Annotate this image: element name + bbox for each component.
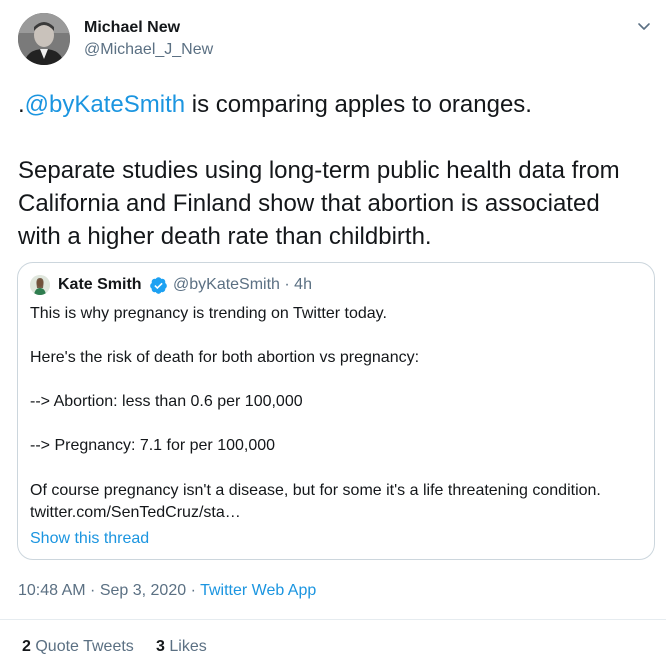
- quoted-author-avatar: [30, 275, 50, 295]
- quote-tweets-stat[interactable]: 2 Quote Tweets: [22, 638, 134, 655]
- quoted-text-line: Of course pregnancy isn't a disease, but…: [30, 482, 601, 499]
- tweet-paragraph-2: Separate studies using long-term public …: [18, 157, 620, 250]
- quoted-author-handle: @byKateSmith: [173, 276, 280, 293]
- quoted-text-line: --> Pregnancy: 7.1 for per 100,000: [30, 437, 276, 454]
- engagement-stats: 2 Quote Tweets 3 Likes: [22, 638, 207, 656]
- chevron-down-icon[interactable]: [634, 16, 654, 36]
- quoted-meta: @byKateSmith · 4h: [173, 276, 312, 293]
- quoted-time: 4h: [294, 276, 312, 293]
- quoted-author-name: Kate Smith: [58, 276, 142, 293]
- tweet-prefix: .: [18, 91, 25, 118]
- author-name[interactable]: Michael New: [84, 19, 180, 37]
- tweet-line-1: .@byKateSmith is comparing apples to ora…: [18, 88, 648, 121]
- quoted-text-line: --> Abortion: less than 0.6 per 100,000: [30, 393, 303, 410]
- mention-link[interactable]: @byKateSmith: [25, 91, 185, 118]
- show-thread-link[interactable]: Show this thread: [30, 530, 149, 548]
- author-handle[interactable]: @Michael_J_New: [84, 41, 213, 59]
- likes-stat[interactable]: 3 Likes: [156, 638, 207, 655]
- timestamp-date[interactable]: Sep 3, 2020: [100, 582, 186, 599]
- tweet-timestamp: 10:48 AM · Sep 3, 2020 · Twitter Web App: [18, 582, 317, 599]
- tweet-text: .@byKateSmith is comparing apples to ora…: [18, 88, 648, 253]
- quoted-text-line: This is why pregnancy is trending on Twi…: [30, 305, 387, 322]
- source-app-link[interactable]: Twitter Web App: [200, 582, 316, 599]
- quoted-text-line: twitter.com/SenTedCruz/sta…: [30, 504, 241, 521]
- quoted-text-line: Here's the risk of death for both aborti…: [30, 349, 420, 366]
- timestamp-time[interactable]: 10:48 AM: [18, 582, 86, 599]
- divider: [0, 619, 666, 620]
- tweet-line-1-text: is comparing apples to oranges.: [185, 91, 532, 118]
- author-avatar[interactable]: [18, 13, 70, 65]
- verified-badge-icon: [149, 276, 168, 295]
